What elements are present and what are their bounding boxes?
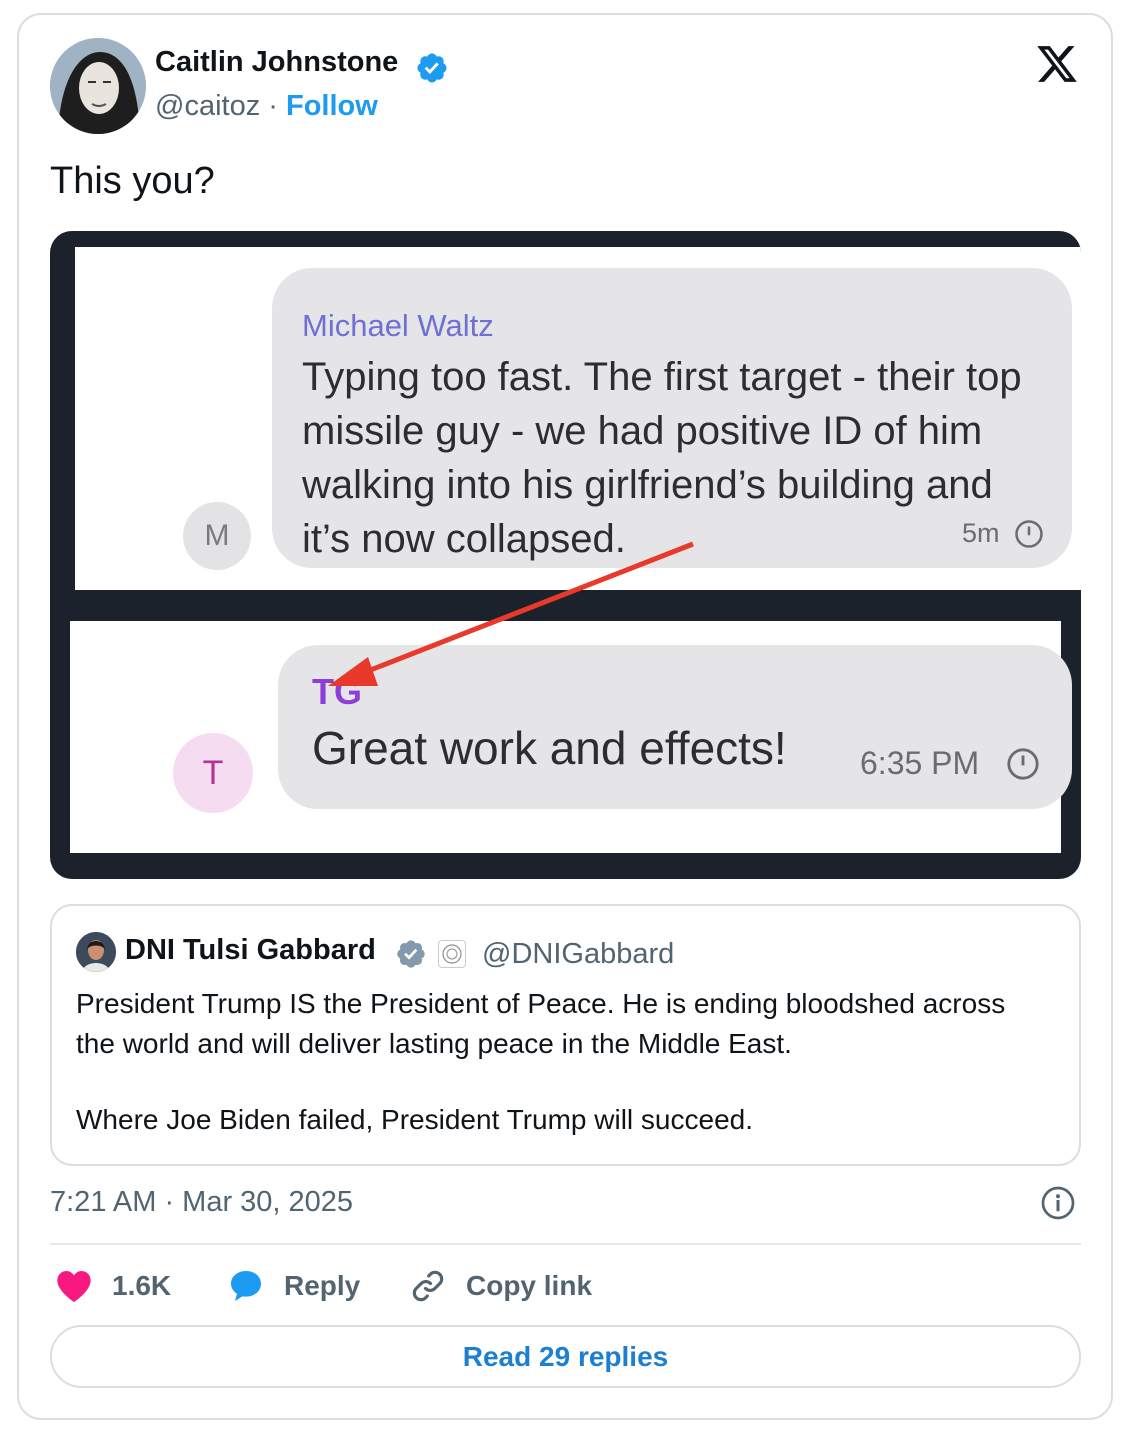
clock-icon (1015, 520, 1043, 548)
message-bubble-waltz: Michael Waltz Typing too fast. The first… (272, 268, 1072, 568)
sender-avatar-m: M (183, 502, 251, 570)
message-sender: TG (312, 671, 362, 712)
government-seal-icon (438, 940, 466, 968)
gray-verified-badge-icon (397, 940, 425, 968)
tweet-timestamp[interactable]: 7:21 AM · Mar 30, 2025 (50, 1186, 353, 1219)
tweet-media-image[interactable]: M Michael Waltz Typing too fast. The fir… (50, 231, 1081, 879)
tweet-text: This you? (50, 160, 215, 202)
copy-link-label: Copy link (466, 1270, 593, 1301)
reply-button[interactable]: Reply (226, 1266, 360, 1306)
reply-bubble-icon (231, 1271, 261, 1301)
like-count: 1.6K (112, 1270, 172, 1301)
quoted-author-name[interactable]: DNI Tulsi Gabbard (125, 934, 376, 967)
author-name[interactable]: Caitlin Johnstone (155, 46, 398, 79)
separator: · (268, 90, 278, 122)
message-sender: Michael Waltz (302, 308, 494, 343)
divider (50, 1243, 1081, 1245)
handle-row: @caitoz · Follow (155, 90, 378, 123)
sender-avatar-t: T (173, 733, 253, 813)
copy-link-button[interactable]: Copy link (408, 1266, 592, 1306)
clock-icon (1007, 748, 1039, 780)
quoted-tweet[interactable]: DNI Tulsi Gabbard @DNIGabbard President … (50, 904, 1081, 1166)
message-text: Typing too fast. The first target - thei… (302, 355, 1022, 561)
link-icon (412, 1270, 444, 1302)
reply-label: Reply (284, 1270, 361, 1301)
author-avatar[interactable] (50, 38, 146, 134)
message-time: 5m (962, 518, 1000, 548)
read-replies-button[interactable]: Read 29 replies (50, 1325, 1081, 1388)
like-button[interactable]: 1.6K (54, 1266, 171, 1306)
quoted-tweet-text: President Trump IS the President of Peac… (76, 988, 1006, 1059)
author-handle[interactable]: @caitoz (155, 90, 260, 122)
quoted-author-avatar[interactable] (76, 932, 116, 972)
quoted-tweet-text-2: Where Joe Biden failed, President Trump … (76, 1104, 753, 1135)
chat-panel-top: M Michael Waltz Typing too fast. The fir… (75, 247, 1081, 590)
heart-icon (57, 1271, 91, 1302)
follow-button[interactable]: Follow (286, 90, 378, 122)
info-icon[interactable] (1040, 1185, 1076, 1221)
quoted-author-handle[interactable]: @DNIGabbard (482, 938, 674, 971)
chat-panel-bottom: T TG Great work and effects! 6:35 PM (70, 621, 1072, 853)
x-logo-icon[interactable] (1034, 42, 1080, 86)
verified-badge-icon (417, 53, 447, 83)
message-bubble-tg: TG Great work and effects! 6:35 PM (278, 645, 1072, 809)
message-time: 6:35 PM (860, 745, 980, 781)
message-text: Great work and effects! (312, 722, 787, 774)
